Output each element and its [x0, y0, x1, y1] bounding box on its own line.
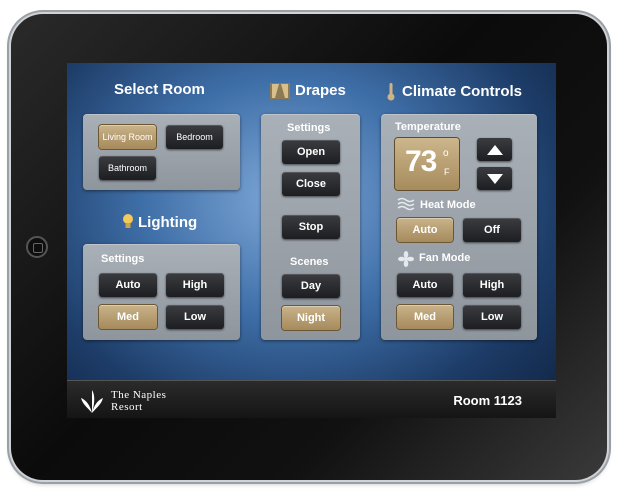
fan-mode-med-button[interactable]: Med — [397, 305, 453, 329]
lighting-settings-label: Settings — [101, 253, 145, 265]
scene-night-button[interactable]: Night — [282, 306, 340, 330]
lightbulb-icon — [123, 214, 133, 228]
drapes-settings-label: Settings — [287, 122, 331, 134]
drapes-open-button[interactable]: Open — [282, 140, 340, 164]
heat-mode-label: Heat Mode — [420, 199, 476, 211]
home-button[interactable] — [26, 236, 48, 258]
touch-screen: Select Room Living Room Bedroom Bathroom… — [67, 63, 556, 418]
lighting-auto-button[interactable]: Auto — [99, 273, 157, 297]
brand-name-line1: The Naples — [111, 389, 167, 401]
drapes-stop-button[interactable]: Stop — [282, 215, 340, 239]
room-living-room-button[interactable]: Living Room — [99, 125, 156, 149]
fan-mode-auto-button[interactable]: Auto — [397, 273, 453, 297]
lighting-heading: Lighting — [138, 214, 198, 231]
temperature-display: 73 o F — [395, 138, 459, 190]
scene-day-button[interactable]: Day — [282, 274, 340, 298]
fan-mode-low-button[interactable]: Low — [463, 305, 521, 329]
lighting-med-button[interactable]: Med — [99, 305, 157, 329]
heat-mode-auto-button[interactable]: Auto — [397, 218, 453, 242]
temperature-label: Temperature — [395, 121, 461, 133]
brand-name-line2: Resort — [111, 401, 143, 413]
fan-mode-high-button[interactable]: High — [463, 273, 521, 297]
room-bathroom-button[interactable]: Bathroom — [99, 156, 156, 180]
temperature-up-button[interactable] — [477, 138, 512, 161]
temperature-down-button[interactable] — [477, 167, 512, 190]
drapes-close-button[interactable]: Close — [282, 172, 340, 196]
heat-waves-icon — [397, 197, 415, 211]
drapes-scenes-label: Scenes — [290, 256, 329, 268]
temperature-degree-symbol: o — [443, 148, 449, 159]
select-room-heading: Select Room — [114, 81, 205, 98]
drapes-panel: Settings Open Close Stop Scenes Day Nigh… — [261, 114, 360, 340]
resort-leaf-logo-icon — [81, 390, 103, 413]
chevron-up-icon — [487, 145, 503, 155]
thermometer-icon — [387, 83, 395, 101]
lighting-panel: Settings Auto High Med Low — [83, 244, 240, 340]
temperature-unit: F — [444, 167, 450, 177]
temperature-value: 73 — [405, 145, 437, 178]
climate-controls-heading: Climate Controls — [402, 83, 523, 100]
room-number-label: Room 1123 — [453, 393, 522, 408]
heat-mode-off-button[interactable]: Off — [463, 218, 521, 242]
drapes-icon — [270, 83, 290, 99]
chevron-down-icon — [487, 174, 503, 184]
fan-mode-label: Fan Mode — [419, 252, 471, 264]
fan-icon — [398, 251, 414, 267]
lighting-low-button[interactable]: Low — [166, 305, 224, 329]
footer-bar: The Naples Resort Room 1123 — [67, 380, 556, 418]
drapes-heading: Drapes — [295, 82, 346, 99]
select-room-panel: Living Room Bedroom Bathroom — [83, 114, 240, 190]
room-bedroom-button[interactable]: Bedroom — [166, 125, 223, 149]
lighting-high-button[interactable]: High — [166, 273, 224, 297]
